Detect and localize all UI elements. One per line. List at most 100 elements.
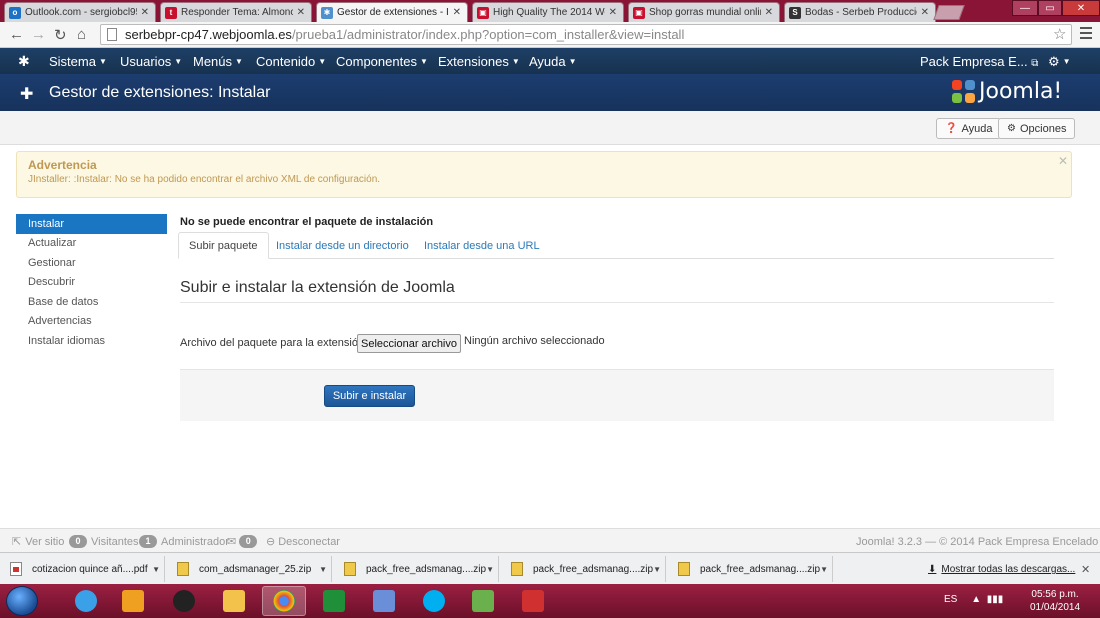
download-item[interactable]: pack_free_adsmanag....zip ▼ [501,556,666,582]
close-window-button[interactable]: ✕ [1062,0,1100,16]
choose-file-button[interactable]: Seleccionar archivo [357,334,461,353]
download-item[interactable]: cotizacion quince añ....pdf ▼ [0,556,165,582]
nav-menu-sistema[interactable]: Sistema ▼ [49,54,107,69]
chevron-down-icon[interactable]: ▼ [653,565,661,574]
browser-tab-serbeb[interactable]: S Bodas - Serbeb Produccio ✕ [784,2,936,22]
nav-menu-contenido[interactable]: Contenido ▼ [256,54,326,69]
close-icon[interactable]: ✕ [141,7,149,18]
bookmark-star-icon[interactable]: ☆ [1053,25,1066,43]
start-button[interactable] [6,586,38,616]
taskbar-app[interactable] [64,586,108,616]
upload-install-button[interactable]: Subir e instalar [324,385,415,407]
excel-icon [323,590,345,612]
forward-arrow-icon[interactable]: → [31,26,46,43]
tab-instalar-url[interactable]: Instalar desde una URL [414,232,550,259]
browser-tab-taringa[interactable]: t Responder Tema: Almonc ✕ [160,2,312,22]
sidebar-item-gestionar[interactable]: Gestionar [16,253,167,273]
home-icon[interactable]: ⌂ [77,26,86,43]
language-indicator[interactable]: ES [944,594,957,605]
taringa-icon: t [165,6,177,19]
joomla-icon[interactable]: ✱ [18,53,30,70]
browser-address-bar: ← → ↻ ⌂ serbebpr-cp47.webjoomla.es/prueb… [0,22,1100,48]
alert-heading: Advertencia [28,158,97,172]
taskbar-app[interactable] [412,586,456,616]
messages-status[interactable]: ✉ 0 [227,535,261,548]
joomla-icon: ✱ [321,6,333,19]
alert-message: JInstaller: :Instalar: No se ha podido e… [28,174,381,185]
download-name: pack_free_adsmanag....zip [700,563,821,575]
gear-icon: ⚙ [1048,54,1060,69]
nav-menu-label: Usuarios [120,54,172,69]
taskbar-app[interactable] [111,586,155,616]
close-icon[interactable]: ✕ [1081,563,1090,576]
nav-menu-componentes[interactable]: Componentes ▼ [336,54,428,69]
zip-file-icon [344,562,356,576]
sidebar-item-actualizar[interactable]: Actualizar [16,234,167,254]
sidebar-item-instalar[interactable]: Instalar [16,214,167,234]
download-item[interactable]: com_adsmanager_25.zip ▼ [167,556,332,582]
user-menu[interactable]: ⚙ ▼ [1048,54,1071,70]
nav-menu-menus[interactable]: Menús ▼ [193,54,243,69]
chevron-down-icon[interactable]: ▼ [486,565,494,574]
maximize-window-button[interactable]: ▭ [1038,0,1062,16]
back-arrow-icon[interactable]: ← [9,26,24,43]
options-button[interactable]: ⚙ Opciones [998,118,1076,139]
taskbar-app[interactable] [162,586,206,616]
external-link-icon: ⧉ [1031,58,1039,69]
gear-icon: ⚙ [1007,123,1016,134]
browser-tab-shop-2[interactable]: ▣ Shop gorras mundial onlin ✕ [628,2,780,22]
windows-taskbar: ES ▲ ▮▮▮ 05:56 p.m. 01/04/2014 [0,584,1100,618]
sidebar-item-instalar-idiomas[interactable]: Instalar idiomas [16,331,167,351]
browser-tab-joomla[interactable]: ✱ Gestor de extensiones - In ✕ [316,2,468,22]
browser-tab-outlook[interactable]: o Outlook.com - sergiobcl95 ✕ [4,2,156,22]
page-header: ✚ Gestor de extensiones: Instalar Joomla… [0,74,1100,111]
taskbar-app[interactable] [212,586,256,616]
tab-instalar-directorio[interactable]: Instalar desde un directorio [266,232,419,259]
new-tab-button[interactable] [933,5,965,20]
chevron-down-icon[interactable]: ▼ [820,565,828,574]
system-clock[interactable]: 05:56 p.m. 01/04/2014 [1030,588,1080,614]
view-site-link[interactable]: ⇱ Ver sitio [12,535,65,549]
visitors-count-badge: 0 [69,535,87,548]
chevron-down-icon[interactable]: ▼ [152,565,160,574]
sidebar-item-descubrir[interactable]: Descubrir [16,273,167,293]
nav-menu-extensiones[interactable]: Extensiones ▼ [438,54,520,69]
sidebar-item-advertencias[interactable]: Advertencias [16,312,167,332]
brand-name: Joomla! [979,79,1063,104]
logout-link[interactable]: ⊖ Desconectar [266,535,340,549]
browser-menu-icon[interactable] [1080,27,1092,42]
taskbar-app-chrome[interactable] [262,586,306,616]
close-icon[interactable]: ✕ [453,7,461,18]
close-icon[interactable]: ✕ [1058,154,1068,168]
chevron-down-icon[interactable]: ▼ [319,565,327,574]
nav-menu-ayuda[interactable]: Ayuda ▼ [529,54,577,69]
network-signal-icon[interactable]: ▮▮▮ [987,594,1004,605]
puzzle-icon: ✚ [20,86,34,103]
taskbar-app[interactable] [362,586,406,616]
browser-tab-shop-1[interactable]: ▣ High Quality The 2014 Wo ✕ [472,2,624,22]
close-icon[interactable]: ✕ [609,7,617,18]
tab-subir-paquete[interactable]: Subir paquete [178,232,269,259]
admin-status: 1 Administrador [139,535,229,548]
download-item[interactable]: pack_free_adsmanag....zip ▼ [668,556,833,582]
show-all-downloads-link[interactable]: ⬇ Mostrar todas las descargas... [928,564,1075,575]
nav-menu-usuarios[interactable]: Usuarios ▼ [120,54,182,69]
help-button[interactable]: ❓ Ayuda [936,118,1002,139]
help-button-label: Ayuda [961,122,993,135]
taskbar-app[interactable] [312,586,356,616]
download-item[interactable]: pack_free_adsmanag....zip ▼ [334,556,499,582]
taskbar-app[interactable] [461,586,505,616]
nav-menu-label: Menús [193,54,233,69]
sidebar-item-base-de-datos[interactable]: Base de datos [16,292,167,312]
view-site-label: Ver sitio [25,535,65,548]
taskbar-app[interactable] [511,586,555,616]
minimize-window-button[interactable]: — [1012,0,1038,16]
reload-icon[interactable]: ↻ [54,26,67,44]
close-icon[interactable]: ✕ [921,7,929,18]
close-icon[interactable]: ✕ [297,7,305,18]
close-icon[interactable]: ✕ [765,7,773,18]
url-input[interactable]: serbebpr-cp47.webjoomla.es/prueba1/admin… [100,24,1072,45]
chevron-up-icon[interactable]: ▲ [971,594,981,605]
site-link[interactable]: Pack Empresa E... ⧉ [920,54,1038,69]
url-host: serbebpr-cp47.webjoomla.es [125,27,292,42]
